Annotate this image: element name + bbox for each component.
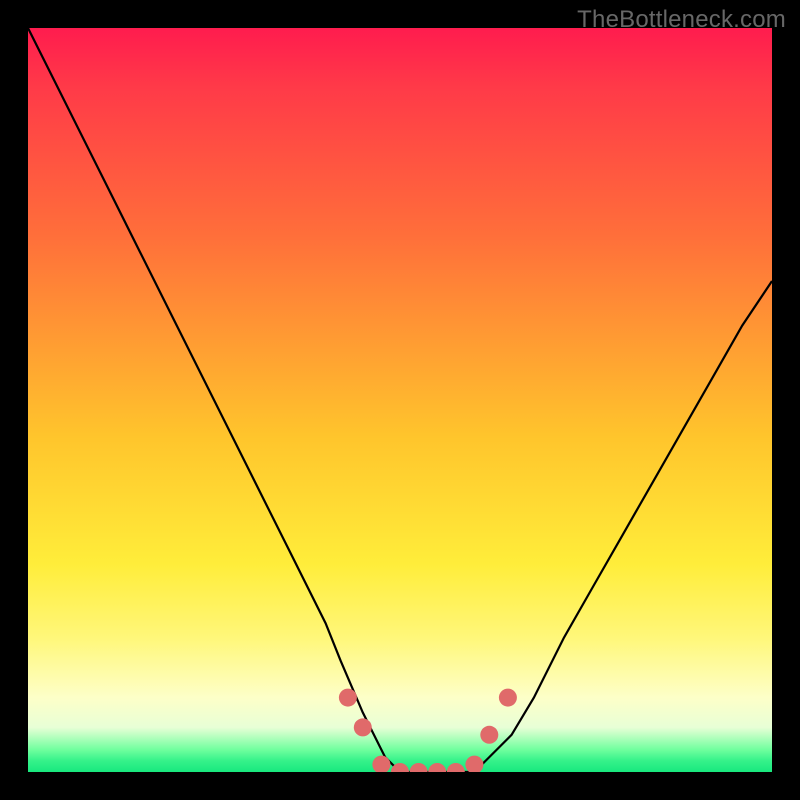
bead-marker (499, 689, 517, 707)
bead-marker (410, 763, 428, 772)
watermark-text: TheBottleneck.com (577, 6, 786, 34)
optimal-markers (28, 28, 772, 772)
chart-frame: TheBottleneck.com (0, 0, 800, 800)
bead-marker (480, 726, 498, 744)
bead-marker (372, 756, 390, 772)
bead-marker (428, 763, 446, 772)
bead-marker (465, 756, 483, 772)
marker-group (339, 689, 517, 772)
bead-marker (354, 718, 372, 736)
bead-marker (447, 763, 465, 772)
bead-marker (391, 763, 409, 772)
plot-area (28, 28, 772, 772)
bead-marker (339, 689, 357, 707)
